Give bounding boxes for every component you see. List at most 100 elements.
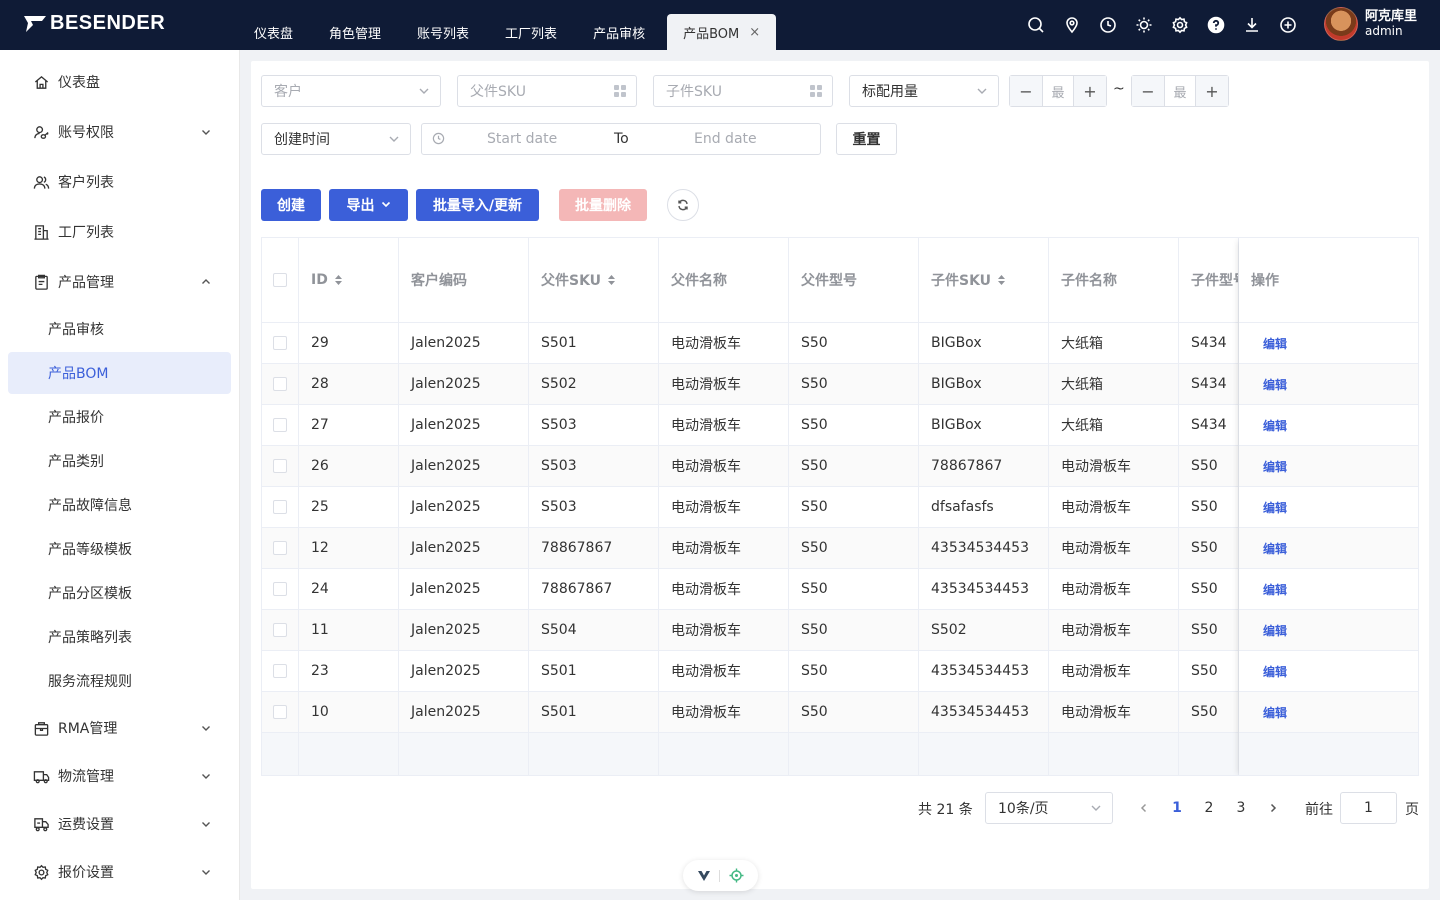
edit-link[interactable]: 编辑 — [1263, 663, 1287, 680]
sidebar-item-strategy-list[interactable]: 产品策略列表 — [8, 616, 231, 658]
sidebar-item-product-quote[interactable]: 产品报价 — [8, 396, 231, 438]
table-row[interactable]: 29 Jalen2025 S501 电动滑板车 S50 BIGBox 大纸箱 S434 编辑 — [262, 323, 1418, 364]
header-id[interactable]: ID — [299, 238, 399, 322]
plus-circle-icon[interactable] — [1270, 7, 1306, 43]
edit-link[interactable]: 编辑 — [1263, 540, 1287, 557]
row-checkbox[interactable] — [273, 418, 287, 432]
max-usage-input[interactable]: 最 — [1164, 76, 1196, 106]
target-icon[interactable] — [729, 868, 744, 883]
download-icon[interactable] — [1234, 7, 1270, 43]
chevron-down-icon[interactable] — [201, 865, 211, 875]
sidebar-item-account-permissions[interactable]: 账号权限 — [8, 111, 231, 153]
grid-icon[interactable] — [810, 85, 822, 97]
decrement-button[interactable]: − — [1132, 76, 1164, 106]
edit-link[interactable]: 编辑 — [1263, 622, 1287, 639]
row-checkbox[interactable] — [273, 582, 287, 596]
chevron-down-icon[interactable] — [201, 721, 211, 731]
sidebar-item-freight-settings[interactable]: 运费设置 — [8, 803, 231, 845]
table-row[interactable]: 10 Jalen2025 S501 电动滑板车 S50 43534534453 电动滑板车 S… — [262, 692, 1418, 733]
edit-link[interactable]: 编辑 — [1263, 499, 1287, 516]
chevron-up-icon[interactable] — [201, 275, 211, 285]
sidebar-item-factories[interactable]: 工厂列表 — [8, 211, 231, 253]
table-row[interactable]: 27 Jalen2025 S503 电动滑板车 S50 BIGBox 大纸箱 S434 编辑 — [262, 405, 1418, 446]
edit-link[interactable]: 编辑 — [1263, 335, 1287, 352]
end-date-input[interactable]: End date — [694, 131, 757, 147]
create-button[interactable]: 创建 — [261, 189, 321, 221]
created-time-select[interactable]: 创建时间 — [261, 123, 411, 155]
page-size-select[interactable]: 10条/页 — [985, 792, 1113, 824]
sidebar-item-dashboard[interactable]: 仪表盘 — [8, 61, 231, 103]
row-checkbox[interactable] — [273, 623, 287, 637]
row-checkbox[interactable] — [273, 459, 287, 473]
edit-link[interactable]: 编辑 — [1263, 417, 1287, 434]
refresh-icon[interactable] — [667, 189, 699, 221]
decrement-button[interactable]: − — [1010, 76, 1042, 106]
chevron-down-icon[interactable] — [201, 769, 211, 779]
chevron-down-icon[interactable] — [201, 125, 211, 135]
help-icon[interactable] — [1198, 7, 1234, 43]
sidebar-item-product-review[interactable]: 产品审核 — [8, 308, 231, 350]
child-sku-input[interactable]: 子件SKU — [653, 75, 833, 107]
select-all-checkbox[interactable] — [273, 273, 287, 287]
chevron-down-icon[interactable] — [201, 817, 211, 827]
sidebar-item-grade-templates[interactable]: 产品等级模板 — [8, 528, 231, 570]
table-row[interactable]: 23 Jalen2025 S501 电动滑板车 S50 43534534453 电动滑板车 S… — [262, 651, 1418, 692]
header-child-sku[interactable]: 子件SKU — [919, 238, 1049, 322]
sidebar-item-product-faults[interactable]: 产品故障信息 — [8, 484, 231, 526]
min-usage-input[interactable]: 最 — [1042, 76, 1074, 106]
grid-icon[interactable] — [614, 85, 626, 97]
row-checkbox[interactable] — [273, 500, 287, 514]
sun-icon[interactable] — [1126, 7, 1162, 43]
tab-factories[interactable]: 工厂列表 — [491, 14, 571, 50]
page-button-2[interactable]: 2 — [1196, 792, 1222, 824]
tab-product-review[interactable]: 产品审核 — [579, 14, 659, 50]
export-button[interactable]: 导出 — [329, 189, 408, 221]
sort-icon[interactable] — [334, 274, 343, 286]
gear-icon[interactable] — [1162, 7, 1198, 43]
parent-sku-input[interactable]: 父件SKU — [457, 75, 637, 107]
table-row[interactable]: 26 Jalen2025 S503 电动滑板车 S50 78867867 电动滑板车 S50 编… — [262, 446, 1418, 487]
tab-roles[interactable]: 角色管理 — [315, 14, 395, 50]
reset-button[interactable]: 重置 — [836, 123, 897, 155]
sidebar-item-logistics[interactable]: 物流管理 — [8, 755, 231, 797]
increment-button[interactable]: + — [1074, 76, 1106, 106]
max-usage-stepper[interactable]: − 最 + — [1131, 75, 1229, 107]
clock-icon[interactable] — [1090, 7, 1126, 43]
row-checkbox[interactable] — [273, 541, 287, 555]
header-parent-sku[interactable]: 父件SKU — [529, 238, 659, 322]
edit-link[interactable]: 编辑 — [1263, 458, 1287, 475]
prev-page-button[interactable] — [1131, 792, 1157, 824]
edit-link[interactable]: 编辑 — [1263, 704, 1287, 721]
page-button-3[interactable]: 3 — [1228, 792, 1254, 824]
table-row[interactable]: 25 Jalen2025 S503 电动滑板车 S50 dfsafasfs 电动滑板车 S50… — [262, 487, 1418, 528]
vue-logo-icon[interactable] — [697, 870, 711, 882]
sidebar-item-product-management[interactable]: 产品管理 — [8, 261, 231, 303]
close-icon[interactable]: × — [749, 25, 760, 40]
table-row[interactable]: 24 Jalen2025 78867867 电动滑板车 S50 43534534453 电动… — [262, 569, 1418, 610]
brand-logo[interactable]: BESENDER — [22, 12, 165, 35]
tab-dashboard[interactable]: 仪表盘 — [240, 14, 307, 50]
goto-page-input[interactable]: 1 — [1340, 792, 1397, 824]
sidebar-item-product-bom[interactable]: 产品BOM — [8, 352, 231, 394]
batch-import-button[interactable]: 批量导入/更新 — [416, 189, 539, 221]
sidebar-item-zone-templates[interactable]: 产品分区模板 — [8, 572, 231, 614]
row-checkbox[interactable] — [273, 664, 287, 678]
edit-link[interactable]: 编辑 — [1263, 581, 1287, 598]
next-page-button[interactable] — [1260, 792, 1286, 824]
edit-link[interactable]: 编辑 — [1263, 376, 1287, 393]
sidebar-item-quote-settings[interactable]: 报价设置 — [8, 851, 231, 893]
location-icon[interactable] — [1054, 7, 1090, 43]
sort-icon[interactable] — [607, 274, 616, 286]
row-checkbox[interactable] — [273, 377, 287, 391]
table-row[interactable]: 12 Jalen2025 78867867 电动滑板车 S50 43534534453 电动… — [262, 528, 1418, 569]
sidebar-item-product-category[interactable]: 产品类别 — [8, 440, 231, 482]
sidebar-item-customers[interactable]: 客户列表 — [8, 161, 231, 203]
sidebar-item-service-flow-rules[interactable]: 服务流程规则 — [8, 660, 231, 702]
sidebar-item-rma[interactable]: RMA管理 — [8, 707, 231, 749]
tab-accounts[interactable]: 账号列表 — [403, 14, 483, 50]
user-menu[interactable]: 阿克库里 admin — [1324, 7, 1417, 41]
usage-select[interactable]: 标配用量 — [849, 75, 999, 107]
table-row[interactable]: 28 Jalen2025 S502 电动滑板车 S50 BIGBox 大纸箱 S434 编辑 — [262, 364, 1418, 405]
tab-product-bom[interactable]: 产品BOM × — [667, 14, 777, 50]
sort-icon[interactable] — [997, 274, 1006, 286]
